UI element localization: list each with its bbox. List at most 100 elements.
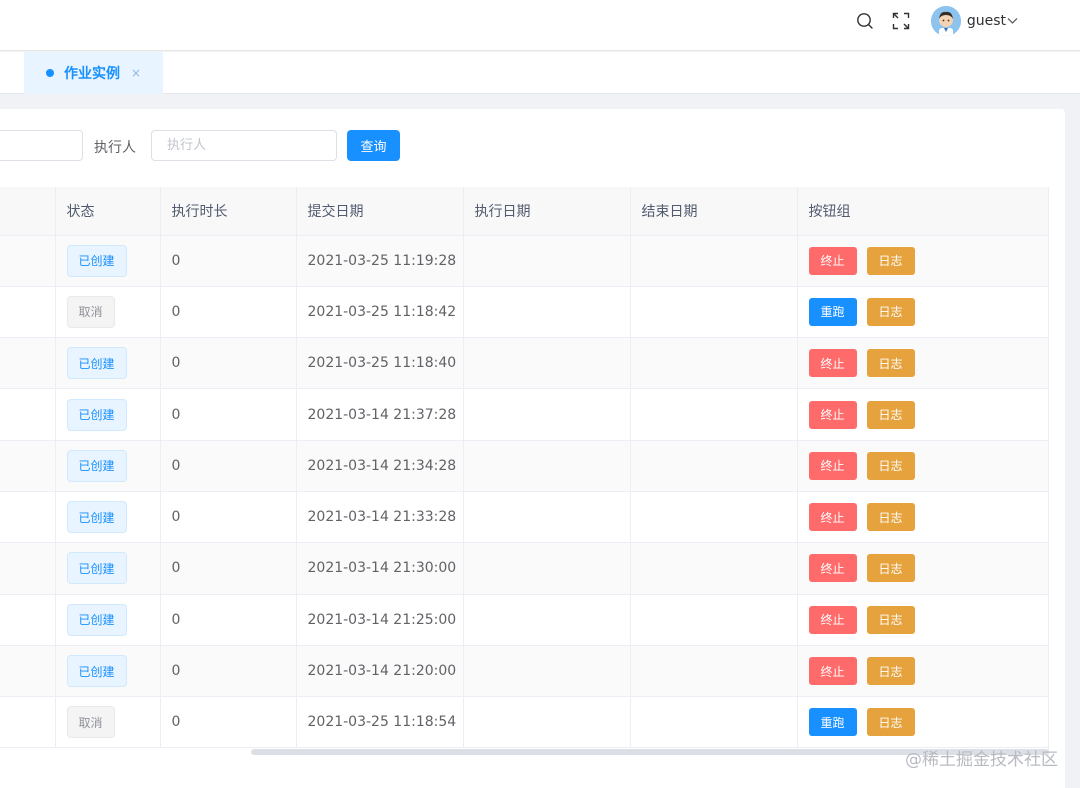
cell-exec-date: [463, 286, 631, 339]
search-button[interactable]: 查询: [347, 130, 400, 161]
stop-button[interactable]: 终止: [808, 349, 857, 378]
fullscreen-icon[interactable]: [890, 10, 912, 32]
cell-partial: [0, 542, 56, 595]
search-icon[interactable]: [854, 10, 876, 32]
cell-buttons: 终止 日志: [797, 337, 1048, 390]
content-card: 执行人 查询 状态 执行时长 提交日期 执行日期 结束日期 按钮组: [0, 109, 1065, 788]
cell-end-date: [630, 440, 798, 492]
tab-job-instance[interactable]: 作业实例 ×: [24, 52, 163, 94]
job-instance-table: 状态 执行时长 提交日期 执行日期 结束日期 按钮组 已创建 0 2021-03-2…: [0, 187, 1049, 755]
cell-status: 已创建: [55, 440, 161, 492]
stop-button[interactable]: 终止: [808, 246, 857, 275]
cell-submit-date: 2021-03-14 21:20:00: [296, 645, 464, 698]
table-row: 已创建 0 2021-03-14 21:33:28 终止 日志: [0, 491, 1048, 544]
cell-duration: 0: [160, 286, 297, 339]
stop-button[interactable]: 终止: [808, 605, 857, 634]
cell-partial: [0, 337, 56, 390]
cell-buttons: 终止 日志: [797, 645, 1048, 698]
cell-buttons: 终止 日志: [797, 594, 1048, 646]
status-badge: 已创建: [66, 347, 127, 380]
cell-buttons: 终止 日志: [797, 388, 1048, 441]
column-header-exec-date: 执行日期: [463, 187, 631, 236]
cell-exec-date: [463, 696, 631, 749]
cell-duration: 0: [160, 337, 297, 390]
stop-button[interactable]: 终止: [808, 400, 857, 429]
cell-exec-date: [463, 491, 631, 544]
status-badge: 已创建: [66, 244, 127, 277]
column-header-buttons: 按钮组: [797, 187, 1048, 236]
log-button[interactable]: 日志: [866, 451, 915, 480]
cell-submit-date: 2021-03-25 11:18:42: [296, 286, 464, 339]
table-row: 已创建 0 2021-03-25 11:18:40 终止 日志: [0, 337, 1048, 390]
log-button[interactable]: 日志: [866, 349, 915, 378]
cell-status: 取消: [55, 286, 161, 339]
log-button[interactable]: 日志: [866, 605, 915, 634]
cell-status: 已创建: [55, 594, 161, 646]
cell-partial: [0, 286, 56, 339]
table-row: 已创建 0 2021-03-14 21:20:00 终止 日志: [0, 645, 1048, 698]
cell-end-date: [630, 594, 798, 646]
watermark: @稀土掘金技术社区: [905, 750, 1058, 770]
active-dot: [46, 69, 54, 77]
cell-exec-date: [463, 388, 631, 441]
executor-input[interactable]: [151, 130, 337, 161]
cell-status: 已创建: [55, 337, 161, 390]
close-icon[interactable]: ×: [131, 66, 141, 80]
stop-button[interactable]: 终止: [808, 503, 857, 532]
log-button[interactable]: 日志: [866, 554, 915, 583]
column-header: [0, 187, 56, 236]
table-body: 已创建 0 2021-03-25 11:19:28 终止 日志 取消 0 2021-03-25…: [0, 235, 1048, 749]
table-header-row: 状态 执行时长 提交日期 执行日期 结束日期 按钮组: [0, 187, 1048, 236]
cell-submit-date: 2021-03-14 21:33:28: [296, 491, 464, 544]
cell-status: 已创建: [55, 235, 161, 287]
column-header-end-date: 结束日期: [630, 187, 798, 236]
cell-partial: [0, 388, 56, 441]
tags-view: 作业实例 ×: [0, 52, 1080, 94]
cell-exec-date: [463, 235, 631, 287]
cell-status: 取消: [55, 696, 161, 749]
column-header-submit-date: 提交日期: [296, 187, 464, 236]
avatar[interactable]: [930, 6, 961, 36]
table-row: 已创建 0 2021-03-14 21:34:28 终止 日志: [0, 440, 1048, 492]
log-button[interactable]: 日志: [866, 503, 915, 532]
status-badge: 已创建: [66, 655, 127, 688]
cell-status: 已创建: [55, 491, 161, 544]
table-row: 取消 0 2021-03-25 11:18:42 重跑 日志: [0, 286, 1048, 339]
column-header-duration: 执行时长: [160, 187, 297, 236]
cell-partial: [0, 594, 56, 646]
user-menu[interactable]: guest: [967, 13, 1018, 29]
top-navbar: guest: [0, 0, 1080, 51]
cell-exec-date: [463, 542, 631, 595]
log-button[interactable]: 日志: [866, 246, 915, 275]
cell-partial: [0, 696, 56, 749]
cell-submit-date: 2021-03-25 11:18:54: [296, 696, 464, 749]
status-badge: 已创建: [66, 449, 127, 482]
cell-end-date: [630, 388, 798, 441]
cell-end-date: [630, 235, 798, 287]
stop-button[interactable]: 终止: [808, 657, 857, 686]
status-badge: 取消: [66, 706, 115, 739]
column-header-status: 状态: [55, 187, 161, 236]
rerun-button[interactable]: 重跑: [808, 708, 857, 737]
cell-end-date: [630, 645, 798, 698]
log-button[interactable]: 日志: [866, 297, 915, 326]
log-button[interactable]: 日志: [866, 657, 915, 686]
cell-end-date: [630, 491, 798, 544]
filter-field-partial[interactable]: [0, 130, 83, 161]
table-row: 已创建 0 2021-03-14 21:25:00 终止 日志: [0, 594, 1048, 646]
table-row: 取消 0 2021-03-25 11:18:54 重跑 日志: [0, 696, 1048, 749]
cell-submit-date: 2021-03-14 21:25:00: [296, 594, 464, 646]
rerun-button[interactable]: 重跑: [808, 297, 857, 326]
status-badge: 取消: [66, 295, 115, 328]
log-button[interactable]: 日志: [866, 400, 915, 429]
stop-button[interactable]: 终止: [808, 451, 857, 480]
cell-end-date: [630, 337, 798, 390]
cell-buttons: 终止 日志: [797, 235, 1048, 287]
log-button[interactable]: 日志: [866, 708, 915, 737]
cell-exec-date: [463, 645, 631, 698]
horizontal-scrollbar[interactable]: [0, 747, 1049, 757]
stop-button[interactable]: 终止: [808, 554, 857, 583]
cell-submit-date: 2021-03-14 21:30:00: [296, 542, 464, 595]
table-row: 已创建 0 2021-03-25 11:19:28 终止 日志: [0, 235, 1048, 287]
cell-status: 已创建: [55, 645, 161, 698]
